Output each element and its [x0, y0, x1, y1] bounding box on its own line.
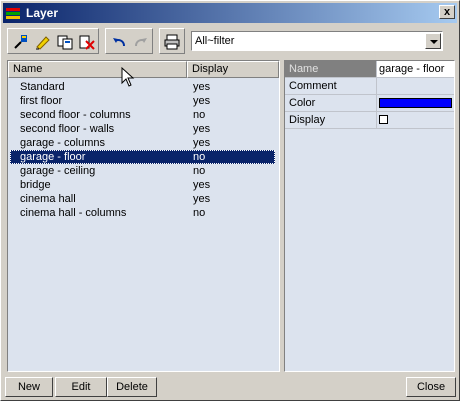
delete-layer-icon[interactable]	[78, 33, 96, 51]
edit-button[interactable]: Edit	[55, 377, 107, 397]
prop-comment-value[interactable]	[377, 78, 454, 94]
layer-display: yes	[193, 95, 211, 107]
layer-app-icon	[6, 6, 22, 20]
delete-button[interactable]: Delete	[107, 377, 157, 397]
prop-color-label: Color	[285, 95, 377, 111]
rename-icon[interactable]	[34, 33, 52, 51]
layer-filter-select[interactable]: All~filter	[191, 31, 443, 51]
layer-name: cinema hall	[20, 193, 76, 205]
layer-display: no	[193, 207, 206, 219]
window-title: Layer	[26, 6, 59, 20]
toolbar-group-history	[105, 28, 153, 54]
toolbar-group-print	[159, 28, 185, 54]
toolbar: All~filter	[7, 28, 457, 54]
layer-name: cinema hall - columns	[20, 207, 127, 219]
close-window-button[interactable]: x	[439, 5, 455, 19]
prop-row-display: Display	[285, 112, 454, 129]
mouse-cursor-icon	[121, 66, 135, 90]
prop-display-label: Display	[285, 112, 377, 128]
column-header-display[interactable]: Display	[187, 61, 279, 78]
layer-name: second floor - columns	[20, 109, 131, 121]
layer-row[interactable]: second floor - columns no	[8, 108, 279, 122]
prop-name-label: Name	[285, 61, 377, 77]
prop-name-value[interactable]: garage - floor	[377, 61, 454, 77]
layer-display: yes	[193, 137, 211, 149]
close-button[interactable]: Close	[406, 377, 456, 397]
layer-row[interactable]: Standard yes	[8, 80, 279, 94]
layer-name: garage - columns	[20, 137, 105, 149]
new-layer-icon[interactable]	[12, 33, 30, 51]
title-bar[interactable]: Layer x	[3, 3, 457, 23]
layer-row[interactable]: garage - ceiling no	[8, 164, 279, 178]
prop-row-color: Color	[285, 95, 454, 112]
undo-icon[interactable]	[110, 33, 128, 51]
layer-list[interactable]: Name Display Standard yes first floor yes se…	[7, 60, 280, 372]
layer-row[interactable]: first floor yes	[8, 94, 279, 108]
layer-name: second floor - walls	[20, 123, 115, 135]
layer-name: Standard	[20, 81, 65, 93]
display-checkbox[interactable]	[379, 115, 388, 124]
prop-comment-label: Comment	[285, 78, 377, 94]
color-swatch[interactable]	[379, 98, 452, 108]
layer-display: yes	[193, 193, 211, 205]
redo-icon[interactable]	[132, 33, 150, 51]
layer-row[interactable]: cinema hall yes	[8, 192, 279, 206]
layer-row[interactable]: second floor - walls yes	[8, 122, 279, 136]
layer-properties: Name garage - floor Comment Color Displa…	[284, 60, 455, 372]
layer-row[interactable]: bridge yes	[8, 178, 279, 192]
layer-row[interactable]: cinema hall - columns no	[8, 206, 279, 220]
column-header-name[interactable]: Name	[8, 61, 187, 78]
layer-row[interactable]: garage - columns yes	[8, 136, 279, 150]
layer-name: garage - floor	[20, 151, 86, 163]
layer-name: first floor	[20, 95, 63, 107]
chevron-down-icon[interactable]	[425, 33, 441, 49]
layer-display: no	[193, 151, 206, 163]
layer-list-header: Name Display	[8, 61, 279, 78]
prop-color-value[interactable]	[377, 95, 454, 111]
prop-row-name: Name garage - floor	[285, 61, 454, 78]
layer-row[interactable]: garage - floor no	[10, 150, 275, 164]
layer-dialog: Layer x All~filter Name Display Standard…	[0, 0, 460, 401]
layer-display: no	[193, 109, 206, 121]
layer-rows: Standard yes first floor yes second floor - …	[8, 80, 279, 220]
prop-row-comment: Comment	[285, 78, 454, 95]
toolbar-group-edit	[7, 28, 99, 54]
layer-display: yes	[193, 123, 211, 135]
print-icon[interactable]	[163, 33, 181, 51]
layer-name: bridge	[20, 179, 51, 191]
layer-display: yes	[193, 81, 211, 93]
layer-filter-value: All~filter	[195, 35, 235, 47]
layer-display: yes	[193, 179, 211, 191]
layer-name: garage - ceiling	[20, 165, 96, 177]
new-button[interactable]: New	[5, 377, 53, 397]
layer-display: no	[193, 165, 206, 177]
prop-display-value[interactable]	[377, 112, 454, 128]
copy-layer-icon[interactable]	[56, 33, 74, 51]
